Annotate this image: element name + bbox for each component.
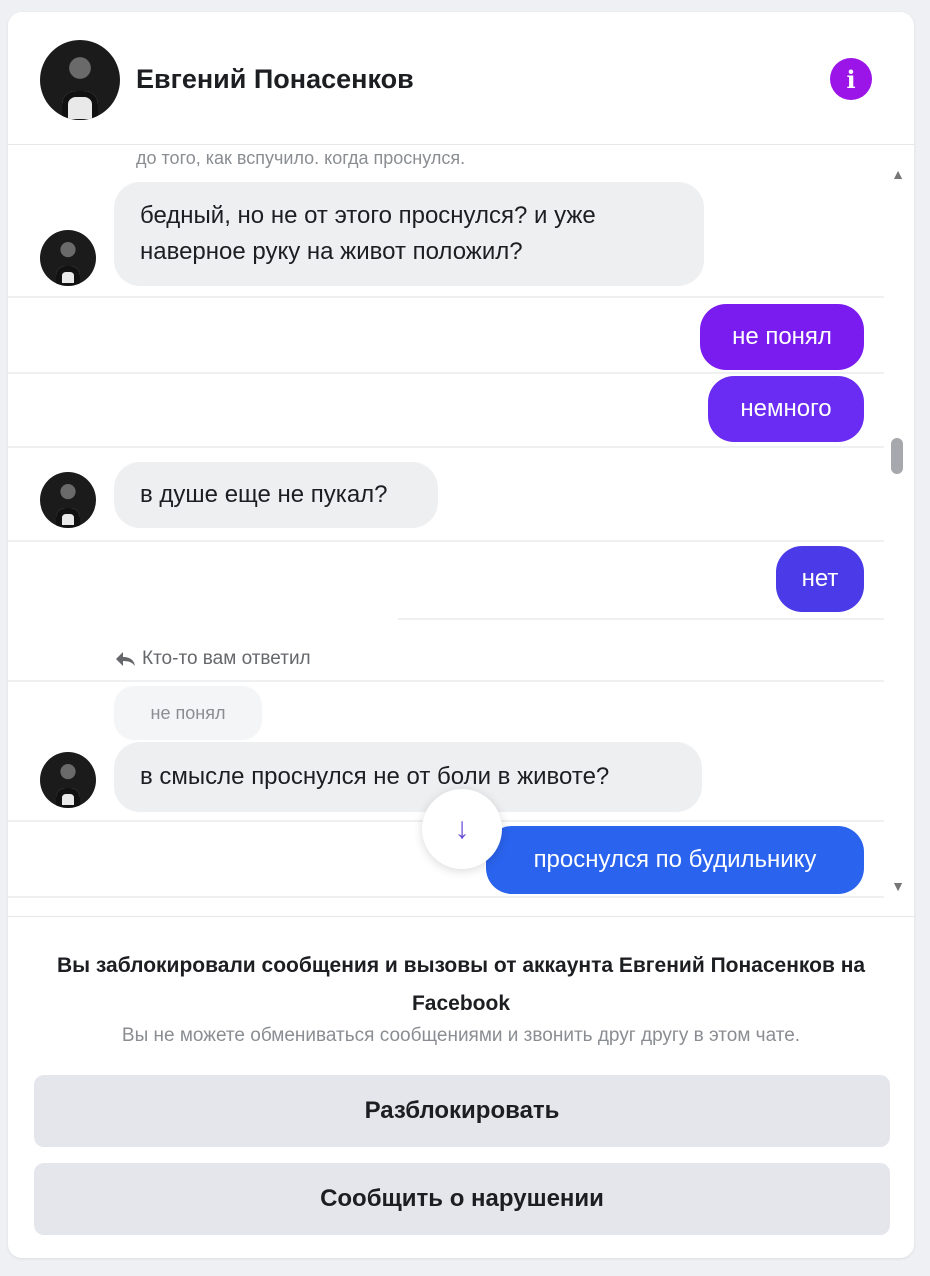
scroll-up-arrow-icon[interactable]: ▲ — [888, 166, 908, 182]
message-avatar[interactable] — [40, 472, 96, 528]
reply-note: Кто-то вам ответил — [114, 648, 311, 670]
message-list: до того, как вспучило. когда проснулся. … — [8, 144, 914, 916]
divider — [8, 540, 884, 542]
scroll-down-arrow-icon[interactable]: ▼ — [888, 878, 908, 894]
incoming-message[interactable]: в душе еще не пукал? — [114, 462, 438, 528]
outgoing-message[interactable]: нет — [776, 546, 864, 612]
divider — [8, 446, 884, 448]
outgoing-message[interactable]: немного — [708, 376, 864, 442]
reply-note-text: Кто-то вам ответил — [142, 648, 311, 669]
contact-name[interactable]: Евгений Понасенков — [136, 64, 414, 95]
incoming-message[interactable]: в смысле проснулся не от боли в животе? — [114, 742, 702, 812]
arrow-down-icon: ↓ — [454, 812, 470, 845]
blocked-title: Вы заблокировали сообщения и вызовы от а… — [56, 954, 866, 1015]
divider — [8, 296, 884, 298]
blocked-footer: Вы заблокировали сообщения и вызовы от а… — [8, 916, 914, 1258]
outgoing-message[interactable]: проснулся по будильнику — [486, 826, 864, 894]
contact-avatar[interactable] — [40, 40, 120, 120]
info-icon[interactable]: i — [830, 58, 872, 100]
report-button[interactable]: Сообщить о нарушении — [34, 1163, 890, 1235]
info-icon-glyph: i — [846, 64, 856, 94]
scrollbar-thumb[interactable] — [891, 438, 903, 474]
chat-window: Евгений Понасенков i до того, как вспучи… — [8, 12, 914, 1258]
clipped-message: до того, как вспучило. когда проснулся. — [136, 148, 466, 168]
chat-header: Евгений Понасенков i — [8, 12, 914, 145]
divider — [8, 680, 884, 682]
unblock-button[interactable]: Разблокировать — [34, 1075, 890, 1147]
reply-icon — [116, 652, 135, 666]
message-avatar[interactable] — [40, 752, 96, 808]
divider — [8, 372, 884, 374]
outgoing-message[interactable]: не понял — [700, 304, 864, 370]
incoming-message[interactable]: бедный, но не от этого проснулся? и уже … — [114, 182, 704, 286]
scroll-to-bottom-button[interactable]: ↓ — [422, 789, 502, 869]
divider — [8, 896, 884, 898]
quoted-message[interactable]: не понял — [114, 686, 262, 740]
blocked-subtitle: Вы не можете обмениваться сообщениями и … — [121, 1025, 801, 1046]
divider — [398, 618, 884, 620]
message-avatar[interactable] — [40, 230, 96, 286]
